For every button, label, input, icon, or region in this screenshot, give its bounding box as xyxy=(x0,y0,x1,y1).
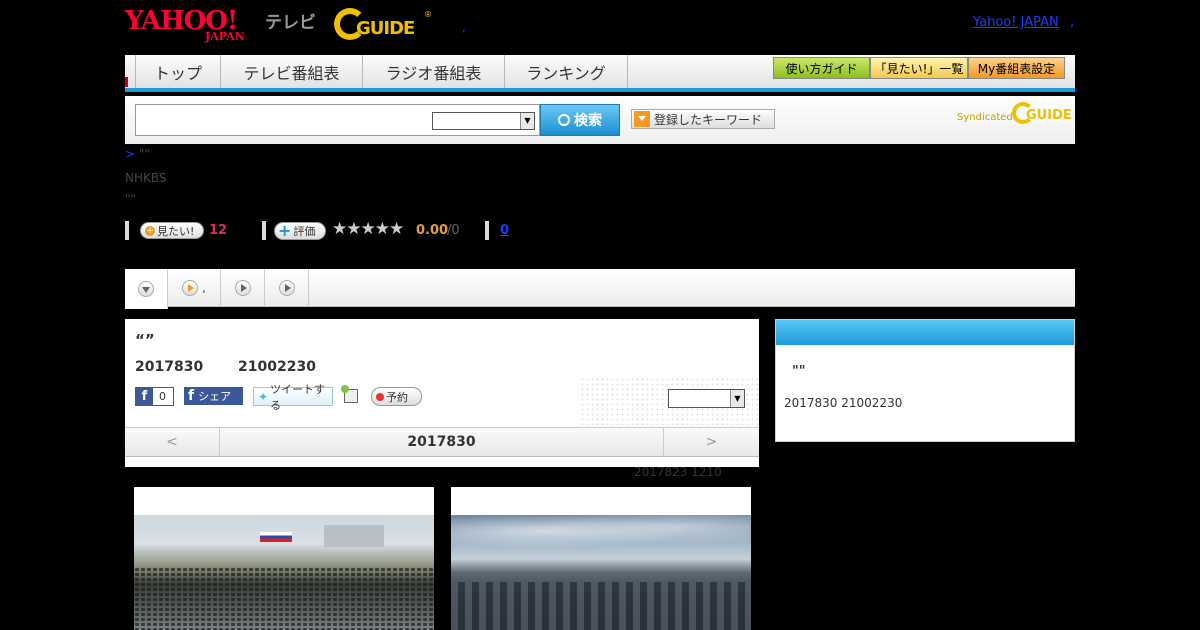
guide-button[interactable]: 使い方ガイド xyxy=(773,57,870,79)
chevron-down-icon xyxy=(138,281,154,297)
crowd xyxy=(134,567,434,630)
facebook-like-count: 0 xyxy=(159,390,166,403)
flag-banner xyxy=(260,532,292,542)
breadcrumb-separator[interactable]: > xyxy=(125,147,135,161)
side-panel-date: 2017830 21002230 xyxy=(784,396,903,410)
program-time: 21002230 xyxy=(238,359,316,375)
subtab-label: , xyxy=(202,281,206,295)
rooftops xyxy=(451,582,751,630)
play-icon xyxy=(182,280,199,296)
rate-label: 評価 xyxy=(293,225,316,238)
subtab-overview[interactable] xyxy=(125,269,168,309)
divider xyxy=(262,221,266,240)
twitter-bird-icon: ✦ xyxy=(258,389,269,404)
tab-radio-listings[interactable]: ラジオ番組表 xyxy=(362,55,504,88)
program-detail-panel: “” 2017830 21002230 f 0 f シェア ✦ ツイートする 予… xyxy=(125,319,759,467)
nav-edge-mark xyxy=(125,77,128,87)
syndicated-logo-text: GUIDE xyxy=(1026,108,1072,123)
divider xyxy=(485,221,489,240)
search-bar: ▼ 検索 登録したキーワード Syndicated GUIDE xyxy=(125,96,1075,144)
reserve-label: 予約 xyxy=(386,390,408,404)
breadcrumb-text: "" xyxy=(138,147,150,161)
plus-icon: + xyxy=(145,225,155,236)
tab-top[interactable]: トップ xyxy=(135,55,220,88)
japan-logo-text: JAPAN xyxy=(205,30,245,43)
side-panel: "" 2017830 21002230 xyxy=(775,319,1075,442)
clouds xyxy=(451,515,751,555)
tab-ranking[interactable]: ランキング xyxy=(504,55,628,88)
header-dot: , xyxy=(462,20,466,34)
rating-stars: ★★★★★ xyxy=(332,219,404,239)
facebook-like-button[interactable]: f 0 xyxy=(135,387,174,406)
search-icon xyxy=(558,114,570,126)
current-date: 2017830 xyxy=(407,434,476,450)
updated-timestamp: 2017823 1210 xyxy=(634,465,722,479)
subtab-2[interactable]: , xyxy=(168,269,221,307)
program-date: 2017830 xyxy=(135,359,204,375)
syndicated-gguide-logo: GUIDE xyxy=(1012,102,1072,126)
yahoo-japan-logo[interactable]: YAHOO! JAPAN xyxy=(125,6,263,43)
tweet-label: ツイートする xyxy=(270,382,326,412)
facebook-share-button[interactable]: f シェア xyxy=(184,387,243,405)
yahoo-japan-link[interactable]: Yahoo! JAPAN xyxy=(973,15,1059,30)
building xyxy=(324,525,384,547)
calendar-add-icon[interactable] xyxy=(341,385,358,403)
side-panel-title: "" xyxy=(792,364,806,379)
program-title: “” xyxy=(135,331,155,349)
record-dot-icon xyxy=(376,392,384,401)
my-schedule-settings-button[interactable]: My番組表設定 xyxy=(968,57,1065,79)
registered-keywords-button[interactable]: 登録したキーワード xyxy=(631,109,775,129)
tv-label: テレビ xyxy=(265,13,316,33)
side-panel-header xyxy=(776,320,1074,345)
registered-mark: ® xyxy=(424,10,432,19)
search-genre-select[interactable]: ▼ xyxy=(432,112,535,130)
image-frame-top xyxy=(134,487,434,515)
rating-value: 0.00 xyxy=(416,223,449,238)
reserve-button[interactable]: 予約 xyxy=(371,387,422,406)
facebook-icon: f xyxy=(136,388,153,405)
tweet-button[interactable]: ✦ ツイートする xyxy=(253,383,333,412)
facebook-share-label: シェア xyxy=(198,390,232,403)
breadcrumb: > "" xyxy=(125,147,150,161)
facebook-icon: f xyxy=(188,388,195,404)
review-count-link[interactable]: 0 xyxy=(500,223,509,238)
registered-keywords-label: 登録したキーワード xyxy=(654,112,763,127)
mitai-button[interactable]: + 見たい! xyxy=(140,222,204,239)
program-image-cityscape[interactable] xyxy=(451,487,751,630)
date-navigation: < 2017830 > xyxy=(125,427,759,457)
program-action-select[interactable]: ▼ xyxy=(668,389,745,408)
yahoo-link-suffix: , xyxy=(1070,15,1075,30)
rate-button[interactable]: + 評価 xyxy=(274,222,326,240)
channel-name: NHKBS xyxy=(125,171,167,185)
rating-total: /0 xyxy=(447,223,460,238)
dropdown-arrow-icon xyxy=(634,111,650,127)
next-date-button[interactable]: > xyxy=(663,428,759,456)
main-nav: トップ テレビ番組表 ラジオ番組表 ランキング 使い方ガイド 「見たい!」一覧 … xyxy=(125,55,1075,92)
program-subtabs: , xyxy=(125,269,1075,309)
search-button[interactable]: 検索 xyxy=(540,104,620,136)
chevron-down-icon: ▼ xyxy=(520,113,534,129)
chevron-down-icon: ▼ xyxy=(730,390,744,407)
gguide-logo-text: GUIDE xyxy=(356,18,415,39)
search-button-label: 検索 xyxy=(574,113,602,129)
subtab-4[interactable] xyxy=(265,269,309,307)
plus-icon: + xyxy=(278,221,292,240)
play-icon xyxy=(234,280,251,296)
mitai-count: 12 xyxy=(209,223,228,238)
subtab-3[interactable] xyxy=(221,269,265,307)
play-icon xyxy=(278,280,295,296)
image-frame-top xyxy=(451,487,751,515)
mitai-label: 見たい! xyxy=(157,224,195,238)
breadcrumb-subtext: "" xyxy=(125,192,137,206)
tab-tv-listings[interactable]: テレビ番組表 xyxy=(220,55,362,88)
mitai-list-button[interactable]: 「見たい!」一覧 xyxy=(870,57,968,79)
divider xyxy=(125,221,129,240)
syndicated-label: Syndicated xyxy=(957,112,1013,123)
prev-date-button[interactable]: < xyxy=(125,428,220,456)
gguide-logo[interactable]: GUIDE ® xyxy=(334,8,434,42)
program-image-parade[interactable] xyxy=(134,487,434,630)
